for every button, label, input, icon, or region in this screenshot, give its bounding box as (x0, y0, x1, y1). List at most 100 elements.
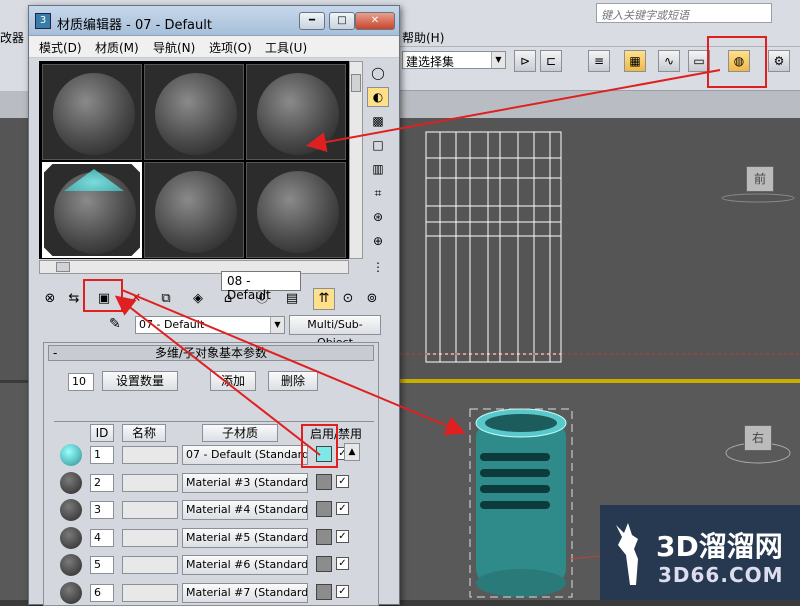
scroll-thumb[interactable] (351, 74, 361, 92)
id-field[interactable]: 2 (90, 474, 114, 492)
name-field[interactable] (122, 556, 178, 574)
sample-slot-active[interactable] (42, 162, 142, 258)
menu-navigation[interactable]: 导航(N) (153, 39, 195, 56)
slots-vertical-scrollbar[interactable] (349, 61, 363, 259)
add-button[interactable]: 添加 (210, 371, 256, 391)
reset-icon[interactable]: ✕ (125, 288, 147, 310)
name-field[interactable] (122, 446, 178, 464)
set-count-button[interactable]: 设置数量 (102, 371, 178, 391)
go-parent-icon[interactable]: ⊙ (337, 288, 359, 310)
color-swatch[interactable] (316, 474, 332, 490)
viewcube[interactable]: 前 (746, 166, 774, 192)
background-icon[interactable]: ▩ (367, 111, 389, 131)
sample-slot[interactable] (246, 162, 346, 258)
slots-horizontal-scrollbar[interactable] (39, 260, 349, 274)
app-icon: 3 (35, 13, 51, 29)
scroll-thumb[interactable] (56, 262, 70, 272)
title-bar: 3 材质编辑器 - 07 - Default ━ □ ✕ (29, 6, 399, 36)
id-field[interactable]: 5 (90, 556, 114, 574)
mirror-icon[interactable]: ⊳ (514, 50, 536, 72)
color-swatch[interactable] (316, 501, 332, 517)
window-title: 材质编辑器 - 07 - Default (57, 18, 212, 33)
viewport-front[interactable]: 前 (400, 118, 800, 380)
sample-slot[interactable] (144, 64, 244, 160)
material-name-field[interactable]: 07 - Default ▼ (135, 316, 285, 334)
id-field[interactable]: 4 (90, 529, 114, 547)
maximize-button[interactable]: □ (329, 12, 355, 30)
enable-checkbox[interactable]: ✓ (336, 530, 349, 543)
menu-tools[interactable]: 工具(U) (265, 39, 307, 56)
select-by-material-icon[interactable]: ⊕ (367, 231, 389, 251)
enable-checkbox[interactable]: ✓ (336, 557, 349, 570)
sample-slot[interactable] (42, 64, 142, 160)
sample-sphere (53, 73, 135, 155)
color-swatch[interactable] (316, 584, 332, 600)
curve-editor-icon[interactable]: ∿ (658, 50, 680, 72)
color-swatch[interactable] (316, 529, 332, 545)
menu-material[interactable]: 材质(M) (95, 39, 139, 56)
menu-options[interactable]: 选项(O) (209, 39, 252, 56)
enable-checkbox[interactable]: ✓ (336, 585, 349, 598)
header-id: ID (90, 424, 114, 442)
highlight-box-assign (83, 279, 123, 312)
sample-sphere (257, 171, 339, 253)
enable-checkbox[interactable]: ✓ (336, 475, 349, 488)
rollout-header[interactable]: - 多维/子对象基本参数 (48, 345, 374, 361)
name-field[interactable] (122, 501, 178, 519)
sample-slot[interactable] (144, 162, 244, 258)
sample-type-icon[interactable]: ◯ (367, 63, 389, 83)
eyedropper-icon[interactable]: ✎ (109, 316, 127, 334)
submaterial-button[interactable]: Material #7 (Standard) (182, 583, 308, 603)
layer-icon[interactable]: ≡ (588, 50, 610, 72)
video-color-icon[interactable]: ▥ (367, 159, 389, 179)
submaterial-button[interactable]: 07 - Default (Standard (182, 445, 308, 465)
sample-sphere (155, 171, 237, 253)
uv-tiling-icon[interactable]: □ (367, 135, 389, 155)
enable-checkbox[interactable]: ✓ (336, 502, 349, 515)
name-field[interactable] (122, 529, 178, 547)
put-to-scene-icon[interactable]: ⇆ (63, 288, 85, 310)
align-icon[interactable]: ⊏ (540, 50, 562, 72)
preview-icon[interactable]: ⌗ (367, 183, 389, 203)
submaterial-preview (60, 444, 82, 466)
render-setup-icon[interactable]: ⚙ (768, 50, 790, 72)
viewcube-persp[interactable]: 右 (744, 425, 772, 451)
color-swatch[interactable] (316, 556, 332, 572)
name-field[interactable] (122, 584, 178, 602)
submaterial-button[interactable]: Material #5 (Standard) (182, 528, 308, 548)
minimize-button[interactable]: ━ (299, 12, 325, 30)
unique-icon[interactable]: ◈ (187, 288, 209, 310)
count-field[interactable]: 10 (68, 373, 94, 391)
material-type-button[interactable]: Multi/Sub-Object (289, 315, 381, 349)
id-field[interactable]: 3 (90, 501, 114, 519)
navigator-icon[interactable]: ⋮ (367, 257, 389, 277)
submaterial-button[interactable]: Material #6 (Standard) (182, 555, 308, 575)
table-row: 3 Material #4 (Standard) ✓ (54, 498, 374, 522)
get-material-icon[interactable]: ⊗ (39, 288, 61, 310)
search-input[interactable]: 键入关键字或短语 (596, 3, 772, 23)
menu-help[interactable]: 帮助(H) (402, 29, 444, 46)
selection-set-dropdown[interactable]: 建选择集 ▼ (402, 51, 506, 69)
submaterial-button[interactable]: Material #4 (Standard) (182, 500, 308, 520)
copy-material-icon[interactable]: ⧉ (155, 288, 177, 310)
name-field[interactable] (122, 474, 178, 492)
show-map-icon[interactable]: ▤ (281, 288, 303, 310)
scroll-up-button[interactable]: ▲ (344, 443, 360, 461)
editor-menubar: 模式(D) 材质(M) 导航(N) 选项(O) 工具(U) (29, 36, 399, 58)
options-icon[interactable]: ⊛ (367, 207, 389, 227)
submaterial-button[interactable]: Material #3 (Standard) (182, 473, 308, 493)
id-field[interactable]: 1 (90, 446, 114, 464)
show-end-result-icon[interactable]: ⇈ (313, 288, 335, 310)
close-button[interactable]: ✕ (355, 12, 395, 30)
backlight-icon[interactable]: ◐ (367, 87, 389, 107)
sample-slot[interactable] (246, 64, 346, 160)
scene-explorer-icon[interactable]: ▦ (624, 50, 646, 72)
menu-mode[interactable]: 模式(D) (39, 39, 82, 56)
table-row: 2 Material #3 (Standard) ✓ (54, 471, 374, 495)
tooltip: 08 - Default (221, 271, 301, 302)
delete-button[interactable]: 删除 (268, 371, 318, 391)
go-sibling-icon[interactable]: ⊚ (361, 288, 383, 310)
header-name: 名称 (122, 424, 166, 442)
watermark-line2: 3D66.COM (658, 563, 784, 587)
id-field[interactable]: 6 (90, 584, 114, 602)
